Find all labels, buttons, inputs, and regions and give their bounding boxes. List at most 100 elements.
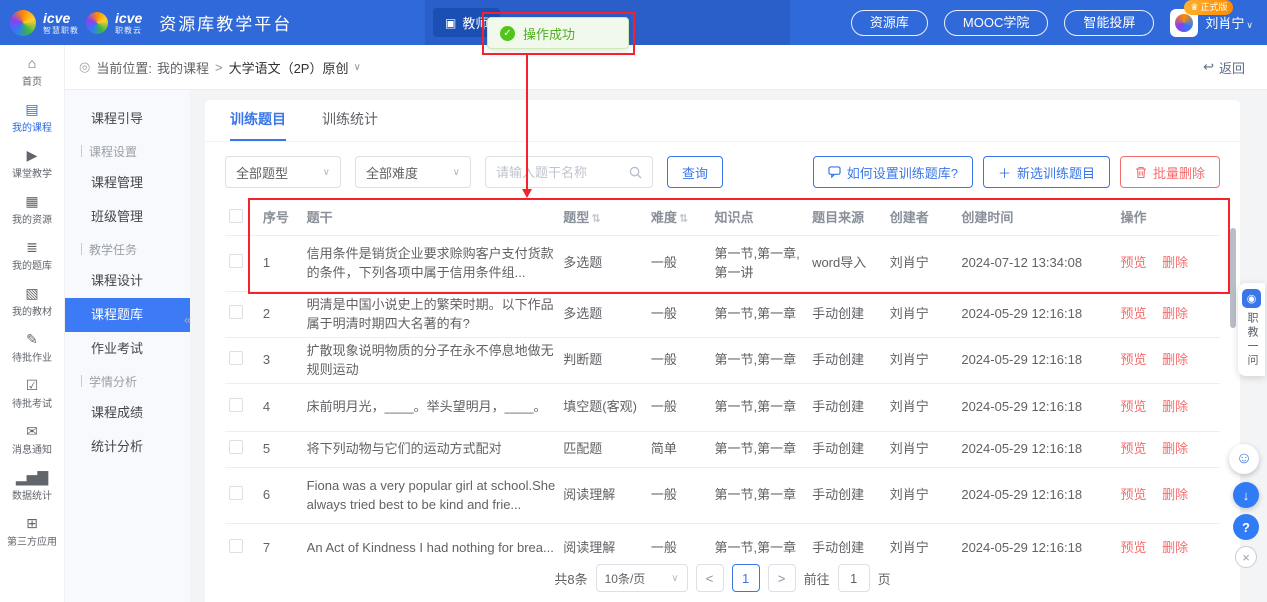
- menu-item[interactable]: 课程题库: [65, 298, 190, 332]
- logo-sub: 智慧职教: [43, 27, 79, 35]
- row-checkbox[interactable]: [229, 254, 243, 268]
- menu-item[interactable]: 统计分析: [65, 430, 190, 464]
- delete-link[interactable]: 删除: [1162, 441, 1188, 456]
- delete-link[interactable]: 删除: [1162, 255, 1188, 270]
- select-all-checkbox[interactable]: [229, 209, 243, 223]
- tab-training-questions[interactable]: 训练题目: [230, 109, 286, 141]
- cell-actions: 预览 删除: [1121, 539, 1220, 556]
- platform-title: 资源库教学平台: [159, 10, 292, 35]
- add-training-questions-button[interactable]: ＋ 新选训练题目: [983, 156, 1110, 188]
- cell-actions: 预览 删除: [1121, 486, 1220, 505]
- cell-creator: 刘肖宁: [890, 440, 962, 459]
- username[interactable]: 刘肖宁∨: [1205, 13, 1253, 32]
- question-type-select[interactable]: 全部题型 ∨: [225, 156, 341, 188]
- column-header-difficulty[interactable]: 难度⇅: [651, 209, 715, 228]
- icon-sidebar-item[interactable]: ⊞ 第三方应用: [0, 509, 64, 555]
- delete-link[interactable]: 删除: [1162, 352, 1188, 367]
- row-checkbox[interactable]: [229, 486, 243, 500]
- download-button[interactable]: ↓: [1233, 482, 1259, 508]
- collapse-sidebar-button[interactable]: «: [184, 312, 191, 327]
- menu-item[interactable]: 课程设计: [65, 264, 190, 298]
- icon-sidebar-item[interactable]: ▧ 我的教材: [0, 279, 64, 325]
- icon-sidebar-item[interactable]: ✉ 消息通知: [0, 417, 64, 463]
- menu-item[interactable]: 课程引导: [65, 102, 190, 136]
- cell-source: 手动创建: [812, 440, 890, 459]
- breadcrumb-separator: >: [215, 60, 223, 75]
- preview-link[interactable]: 预览: [1121, 255, 1147, 270]
- icon-sidebar-item[interactable]: ▶ 课堂教学: [0, 141, 64, 187]
- how-to-setup-bank-button[interactable]: 如何设置训练题库?: [813, 156, 973, 188]
- icon-sidebar-item[interactable]: ▦ 我的资源: [0, 187, 64, 233]
- chevron-down-icon[interactable]: ∨: [353, 62, 360, 73]
- nav-screen-cast-button[interactable]: 智能投屏: [1064, 10, 1154, 36]
- chevron-down-icon: ∨: [671, 573, 678, 584]
- row-checkbox[interactable]: [229, 539, 243, 553]
- preview-link[interactable]: 预览: [1121, 306, 1147, 321]
- icon-sidebar-item[interactable]: ▂▅▇ 数据统计: [0, 463, 64, 509]
- questions-table: 序号 题干 题型⇅ 难度⇅ 知识点 题目来源 创建者 创建时间 操作 1 信用条…: [225, 202, 1220, 556]
- goto-page-input[interactable]: [838, 564, 870, 592]
- page-size-select[interactable]: 10条/页 ∨: [596, 564, 688, 592]
- ai-assistant-button[interactable]: ☺: [1229, 444, 1259, 474]
- delete-link[interactable]: 删除: [1162, 487, 1188, 502]
- breadcrumb-root-link[interactable]: 我的课程: [157, 58, 209, 77]
- cell-no: 4: [263, 398, 307, 417]
- question-bank-icon: ≣: [26, 240, 38, 254]
- search-button[interactable]: 查询: [667, 156, 723, 188]
- success-toast: ✓ 操作成功: [487, 17, 629, 49]
- next-page-button[interactable]: >: [768, 564, 796, 592]
- menu-item[interactable]: 课程管理: [65, 166, 190, 200]
- icon-sidebar-item[interactable]: ⌂ 首页: [0, 49, 64, 95]
- batch-delete-button[interactable]: 批量删除: [1120, 156, 1220, 188]
- preview-link[interactable]: 预览: [1121, 540, 1147, 555]
- delete-link[interactable]: 删除: [1162, 399, 1188, 414]
- back-button[interactable]: ↩ 返回: [1203, 58, 1245, 77]
- user-menu[interactable]: ♛正式版 刘肖宁∨: [1170, 9, 1253, 37]
- goto-label: 前往: [804, 569, 830, 588]
- menu-item[interactable]: 课程成绩: [65, 396, 190, 430]
- stem-search-input[interactable]: [496, 165, 614, 180]
- icon-sidebar-item[interactable]: ▤ 我的课程: [0, 95, 64, 141]
- column-header-type[interactable]: 题型⇅: [563, 209, 651, 228]
- tab-training-stats[interactable]: 训练统计: [322, 109, 378, 141]
- row-checkbox[interactable]: [229, 305, 243, 319]
- preview-link[interactable]: 预览: [1121, 399, 1147, 414]
- close-float-button[interactable]: ×: [1235, 546, 1257, 568]
- page-1-button[interactable]: 1: [732, 564, 760, 592]
- icon-sidebar-item[interactable]: ≣ 我的题库: [0, 233, 64, 279]
- icon-sidebar-item[interactable]: ☑ 待批考试: [0, 371, 64, 417]
- qa-widget[interactable]: ◉ 职教一问: [1238, 283, 1265, 376]
- cell-source: 手动创建: [812, 305, 890, 324]
- qa-icon: ◉: [1242, 289, 1261, 308]
- column-header-no: 序号: [263, 209, 307, 228]
- sort-icon[interactable]: ⇅: [679, 213, 688, 225]
- scrollbar[interactable]: [1230, 228, 1236, 328]
- preview-link[interactable]: 预览: [1121, 352, 1147, 367]
- preview-link[interactable]: 预览: [1121, 441, 1147, 456]
- cell-source: 手动创建: [812, 486, 890, 505]
- delete-link[interactable]: 删除: [1162, 540, 1188, 555]
- menu-item[interactable]: 作业考试: [65, 332, 190, 366]
- cell-creator: 刘肖宁: [890, 305, 962, 324]
- nav-resource-library-button[interactable]: 资源库: [851, 10, 928, 36]
- help-button[interactable]: ?: [1233, 514, 1259, 540]
- guide-bubble-icon: [828, 166, 841, 178]
- total-count: 共8条: [554, 569, 587, 588]
- course-menu: 课程引导课程设置课程管理班级管理教学任务课程设计课程题库作业考试学情分析课程成绩…: [65, 90, 190, 602]
- row-checkbox[interactable]: [229, 398, 243, 412]
- delete-link[interactable]: 删除: [1162, 306, 1188, 321]
- icon-sidebar-item[interactable]: ✎ 待批作业: [0, 325, 64, 371]
- row-checkbox[interactable]: [229, 440, 243, 454]
- column-header-stem: 题干: [307, 209, 564, 228]
- table-row: 4 床前明月光，____。举头望明月，____。 填空题(客观) 一般 第一节,…: [225, 384, 1220, 432]
- nav-mooc-button[interactable]: MOOC学院: [944, 10, 1048, 36]
- prev-page-button[interactable]: <: [696, 564, 724, 592]
- difficulty-select[interactable]: 全部难度 ∨: [355, 156, 471, 188]
- row-checkbox[interactable]: [229, 351, 243, 365]
- cell-source: 手动创建: [812, 351, 890, 370]
- menu-item[interactable]: 班级管理: [65, 200, 190, 234]
- breadcrumb-current-course[interactable]: 大学语文（2P）原创: [229, 58, 349, 77]
- pagination: 共8条 10条/页 ∨ < 1 > 前往 页: [205, 558, 1240, 592]
- sort-icon[interactable]: ⇅: [591, 213, 600, 225]
- preview-link[interactable]: 预览: [1121, 487, 1147, 502]
